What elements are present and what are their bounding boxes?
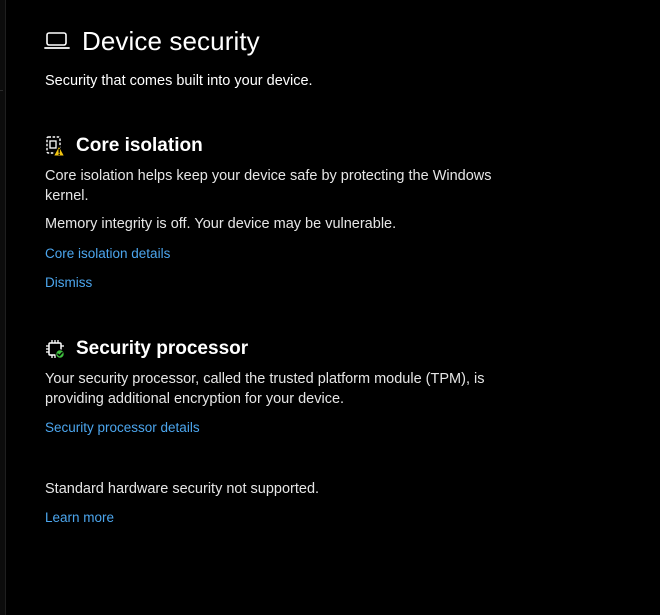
hardware-security-section: Standard hardware security not supported…: [45, 479, 525, 527]
core-isolation-header: Core isolation: [45, 134, 525, 158]
core-isolation-description: Core isolation helps keep your device sa…: [45, 168, 492, 204]
core-isolation-section: Core isolation Core isolation helps keep…: [45, 134, 525, 292]
security-processor-section: Security processor Your security process…: [45, 337, 525, 437]
page-header: Device security: [44, 24, 260, 58]
core-isolation-warning-icon: [45, 135, 65, 157]
laptop-icon: [44, 30, 70, 52]
memory-integrity-status: Memory integrity is off. Your device may…: [45, 216, 397, 232]
core-isolation-details-link[interactable]: Core isolation details: [45, 246, 170, 261]
dismiss-link[interactable]: Dismiss: [45, 275, 92, 290]
security-processor-description: Your security processor, called the trus…: [45, 371, 485, 407]
learn-more-link[interactable]: Learn more: [45, 510, 114, 525]
window-left-edge-mark: [0, 90, 3, 91]
window-left-edge: [0, 0, 6, 615]
security-processor-header: Security processor: [45, 337, 525, 361]
security-processor-title: Security processor: [76, 338, 249, 359]
security-processor-details-link[interactable]: Security processor details: [45, 420, 200, 435]
chip-check-icon: [45, 339, 65, 359]
hardware-security-status: Standard hardware security not supported…: [45, 481, 320, 497]
core-isolation-title: Core isolation: [76, 135, 203, 156]
page-title: Device security: [82, 26, 260, 56]
page-subtitle: Security that comes built into your devi…: [45, 73, 313, 89]
